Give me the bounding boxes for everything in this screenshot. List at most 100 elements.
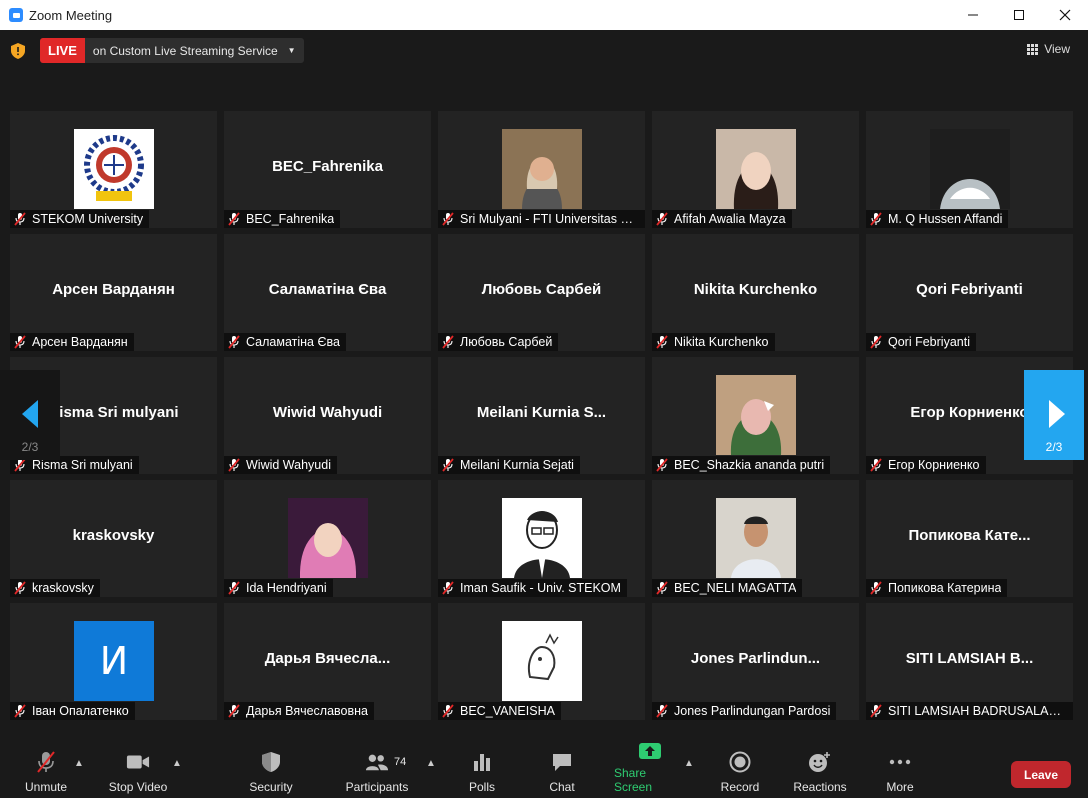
polls-button[interactable]: Polls <box>466 742 498 798</box>
record-button[interactable]: Record <box>718 742 762 798</box>
participant-name-label: Qori Febriyanti <box>866 333 976 351</box>
window-title: Zoom Meeting <box>29 7 113 23</box>
leave-button[interactable]: Leave <box>1011 761 1071 788</box>
security-shield-icon[interactable] <box>11 43 25 59</box>
participant-tile[interactable]: STEKOM University <box>10 111 217 228</box>
participant-tile[interactable]: Арсен Варданян Арсен Варданян <box>10 234 217 351</box>
participant-name: BEC_VANEISHA <box>460 704 555 718</box>
muted-mic-icon <box>441 212 455 226</box>
participant-tile[interactable]: kraskovsky kraskovsky <box>10 480 217 597</box>
participant-tile[interactable]: Iman Saufik - Univ. STEKOM <box>438 480 645 597</box>
participant-name-label: Sri Mulyani - FTI Universitas S... <box>438 210 645 228</box>
chat-label: Chat <box>549 780 575 794</box>
participant-video <box>502 498 582 578</box>
participant-tile[interactable]: Дарья Вячесла... Дарья Вячеславовна <box>224 603 431 720</box>
previous-page-button[interactable]: 2/3 <box>0 370 60 460</box>
page-indicator-right: 2/3 <box>1045 440 1063 454</box>
participant-name: Nikita Kurchenko <box>674 335 769 349</box>
muted-mic-icon <box>655 212 669 226</box>
participant-tile[interactable]: BEC_NELI MAGATTA <box>652 480 859 597</box>
participant-name: Арсен Варданян <box>32 335 128 349</box>
participant-name: BEC_NELI MAGATTA <box>674 581 797 595</box>
muted-mic-icon <box>869 335 883 349</box>
participant-tile[interactable]: Meilani Kurnia S... Meilani Kurnia Sejati <box>438 357 645 474</box>
muted-mic-icon <box>869 458 883 472</box>
share-screen-icon <box>638 742 662 760</box>
next-page-button[interactable]: 2/3 <box>1024 370 1084 460</box>
page-indicator-left: 2/3 <box>21 440 39 454</box>
live-stream-dropdown[interactable]: LIVE on Custom Live Streaming Service ▼ <box>40 38 304 63</box>
participant-name: Дарья Вячеславовна <box>246 704 368 718</box>
participant-tile[interactable]: Nikita Kurchenko Nikita Kurchenko <box>652 234 859 351</box>
record-label: Record <box>720 780 760 794</box>
participant-name-label: BEC_NELI MAGATTA <box>652 579 803 597</box>
audio-options-caret[interactable]: ▲ <box>74 758 84 769</box>
view-button[interactable]: View <box>1027 42 1070 56</box>
participant-tile[interactable]: Sri Mulyani - FTI Universitas S... <box>438 111 645 228</box>
meeting-topbar: LIVE on Custom Live Streaming Service ▼ … <box>0 30 1088 110</box>
more-button[interactable]: More <box>884 742 916 798</box>
participants-button[interactable]: Participants <box>344 742 410 798</box>
participant-name: Afifah Awalia Mayza <box>674 212 786 226</box>
participant-display-name: Любовь Сарбей <box>481 281 602 298</box>
video-options-caret[interactable]: ▲ <box>172 758 182 769</box>
participant-display-name: Саламатіна Єва <box>268 281 387 298</box>
participant-tile[interactable]: BEC_Fahrenika BEC_Fahrenika <box>224 111 431 228</box>
participant-tile[interactable]: BEC_Shazkia ananda putri <box>652 357 859 474</box>
participant-tile[interactable]: Саламатіна Єва Саламатіна Єва <box>224 234 431 351</box>
muted-mic-icon <box>13 335 27 349</box>
participant-tile[interactable]: Wiwid Wahyudi Wiwid Wahyudi <box>224 357 431 474</box>
live-status: on Custom Live Streaming Service ▼ <box>85 38 304 63</box>
participant-tile[interactable]: SITI LAMSIAH B... SITI LAMSIAH BADRUSALAM… <box>866 603 1073 720</box>
participant-tile[interactable]: Ida Hendriyani <box>224 480 431 597</box>
participant-name: Любовь Сарбей <box>460 335 553 349</box>
chat-button[interactable]: Chat <box>546 742 578 798</box>
participant-name-label: BEC_Shazkia ananda putri <box>652 456 831 474</box>
participant-tile[interactable]: И Іван Опалатенко <box>10 603 217 720</box>
stop-video-label: Stop Video <box>108 780 168 794</box>
security-label: Security <box>249 780 293 794</box>
security-button[interactable]: Security <box>246 742 296 798</box>
participant-tile[interactable]: M. Q Hussen Affandi <box>866 111 1073 228</box>
participants-options-caret[interactable]: ▲ <box>426 758 436 769</box>
minimize-button[interactable] <box>950 0 996 30</box>
participant-tile[interactable]: Любовь Сарбей Любовь Сарбей <box>438 234 645 351</box>
participant-name-label: SITI LAMSIAH BADRUSALAM ... <box>866 702 1073 720</box>
participant-name-label: kraskovsky <box>10 579 100 597</box>
participant-name-label: Meilani Kurnia Sejati <box>438 456 580 474</box>
participant-name-label: Iman Saufik - Univ. STEKOM <box>438 579 627 597</box>
arrow-right-icon <box>1049 400 1065 428</box>
participant-name: Meilani Kurnia Sejati <box>460 458 574 472</box>
maximize-button[interactable] <box>996 0 1042 30</box>
participant-video <box>502 129 582 209</box>
muted-mic-icon <box>13 581 27 595</box>
participant-tile[interactable]: BEC_VANEISHA <box>438 603 645 720</box>
share-options-caret[interactable]: ▲ <box>684 758 694 769</box>
share-screen-label: Share Screen <box>614 766 653 794</box>
maximize-icon <box>1014 10 1024 20</box>
participant-tile[interactable]: Afifah Awalia Mayza <box>652 111 859 228</box>
reactions-button[interactable]: Reactions <box>792 742 848 798</box>
stop-video-button[interactable]: Stop Video <box>106 742 170 798</box>
participant-name-label: Егор Корниенко <box>866 456 986 474</box>
participant-name: Risma Sri mulyani <box>32 458 133 472</box>
participant-name-label: M. Q Hussen Affandi <box>866 210 1009 228</box>
muted-mic-icon <box>13 458 27 472</box>
participant-video <box>716 129 796 209</box>
unmute-button[interactable]: Unmute <box>22 742 70 798</box>
participant-tile[interactable]: Jones Parlindun... Jones Parlindungan Par… <box>652 603 859 720</box>
share-screen-button[interactable]: Share Screen <box>614 742 686 798</box>
participant-tile[interactable]: Попикова Кате... Попикова Катерина <box>866 480 1073 597</box>
participant-display-name: Meilani Kurnia S... <box>476 404 607 421</box>
participant-name: Егор Корниенко <box>888 458 980 472</box>
muted-mic-icon <box>655 704 669 718</box>
close-button[interactable] <box>1042 0 1088 30</box>
minimize-icon <box>968 14 978 16</box>
muted-mic-icon <box>227 335 241 349</box>
participant-tile[interactable]: Qori Febriyanti Qori Febriyanti <box>866 234 1073 351</box>
initial-avatar: И <box>74 621 154 701</box>
participant-name-label: Саламатіна Єва <box>224 333 346 351</box>
participant-name: Qori Febriyanti <box>888 335 970 349</box>
muted-mic-icon <box>869 704 883 718</box>
shield-icon <box>259 750 283 774</box>
